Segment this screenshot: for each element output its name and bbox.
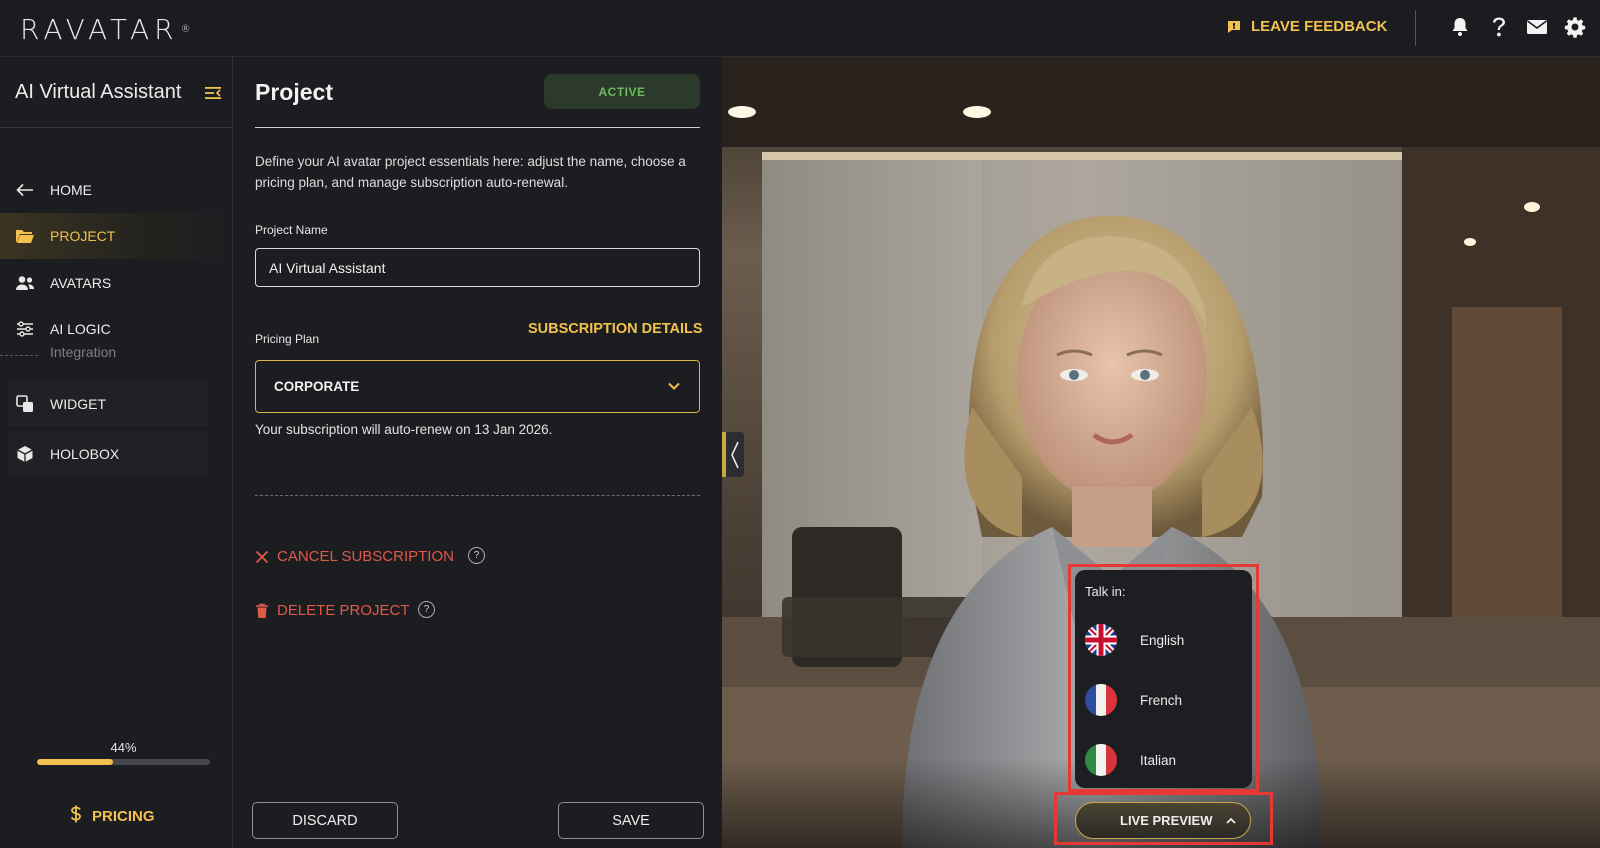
- sidebar-item-holobox[interactable]: HOLOBOX: [8, 431, 208, 477]
- arrow-left-icon: [15, 180, 35, 200]
- collapse-panel-handle[interactable]: [722, 432, 744, 477]
- logo-text: RAVATAR: [20, 12, 179, 46]
- cube-icon: [15, 444, 35, 464]
- project-description: Define your AI avatar project essentials…: [255, 154, 686, 190]
- sidebar-item-label: PROJECT: [50, 228, 116, 244]
- pricing-plan-value: CORPORATE: [274, 379, 360, 394]
- cancel-subscription-help-icon[interactable]: ?: [468, 547, 485, 564]
- leave-feedback-label: LEAVE FEEDBACK: [1251, 18, 1388, 35]
- integration-section-label: Integration: [50, 344, 117, 360]
- sidebar-item-avatars[interactable]: AVATARS: [0, 260, 232, 306]
- integration-dashed-line: [0, 355, 38, 356]
- sidebar-item-label: HOME: [50, 182, 92, 198]
- sidebar-item-label: WIDGET: [50, 396, 106, 412]
- cancel-subscription-label: CANCEL SUBSCRIPTION: [277, 548, 454, 565]
- project-name-label: Project Name: [255, 223, 328, 237]
- sidebar-divider: [0, 127, 232, 128]
- chevron-up-icon: [1225, 815, 1237, 830]
- pricing-plan-select[interactable]: CORPORATE: [255, 360, 700, 413]
- sidebar-item-project[interactable]: PROJECT: [0, 213, 232, 259]
- sidebar-item-widget[interactable]: WIDGET: [8, 381, 208, 427]
- cancel-subscription-button[interactable]: CANCEL SUBSCRIPTION: [255, 548, 454, 565]
- project-name-input[interactable]: [255, 248, 700, 287]
- delete-project-button[interactable]: DELETE PROJECT: [255, 602, 410, 619]
- discard-button[interactable]: DISCARD: [252, 802, 398, 839]
- save-button[interactable]: SAVE: [558, 802, 704, 839]
- live-preview-label: LIVE PREVIEW: [1120, 813, 1213, 828]
- auto-renew-text: Your subscription will auto-renew on 13 …: [255, 422, 553, 437]
- sidebar-item-home[interactable]: HOME: [0, 167, 232, 213]
- usage-progress-fill: [37, 759, 114, 765]
- subscription-details-link[interactable]: SUBSCRIPTION DETAILS: [528, 321, 703, 337]
- trash-icon: [256, 603, 268, 618]
- chevron-left-icon: [731, 441, 739, 468]
- topbar-divider: [1415, 10, 1416, 46]
- pricing-button[interactable]: PRICING: [70, 805, 155, 827]
- feedback-icon: [1228, 20, 1240, 33]
- messages-mail-icon[interactable]: [1524, 14, 1550, 40]
- usage-progress-track: [37, 759, 210, 765]
- usage-progress-label: 44%: [110, 740, 137, 755]
- widget-copy-icon: [15, 394, 35, 414]
- sidebar-project-title: AI Virtual Assistant: [15, 81, 182, 103]
- live-preview-button[interactable]: LIVE PREVIEW: [1075, 802, 1251, 839]
- pricing-label: PRICING: [92, 807, 155, 825]
- delete-project-label: DELETE PROJECT: [277, 602, 410, 619]
- usage-progress: 44%: [37, 740, 210, 765]
- leave-feedback-button[interactable]: LEAVE FEEDBACK: [1226, 18, 1387, 35]
- folder-open-icon: [15, 226, 35, 246]
- chevron-down-icon: [667, 379, 681, 396]
- dollar-icon: [70, 805, 82, 827]
- top-bar: RAVATAR ® LEAVE FEEDBACK: [0, 0, 1600, 57]
- close-x-icon: [255, 550, 269, 563]
- sidebar-item-label: AI LOGIC: [50, 321, 111, 337]
- delete-project-help-icon[interactable]: ?: [418, 601, 435, 618]
- language-popup-highlight-frame: [1068, 564, 1259, 792]
- page-title: Project: [255, 79, 333, 105]
- users-icon: [15, 273, 35, 293]
- title-divider: [255, 127, 700, 128]
- status-badge: ACTIVE: [544, 74, 700, 109]
- pricing-plan-label: Pricing Plan: [255, 332, 320, 346]
- sidebar: AI Virtual Assistant HOME PROJECT AVATAR…: [0, 57, 233, 848]
- collapse-sidebar-icon[interactable]: [203, 83, 223, 103]
- sidebar-item-label: HOLOBOX: [50, 446, 120, 462]
- sliders-icon: [15, 319, 35, 339]
- logo-registered-mark: ®: [180, 23, 191, 35]
- section-dashed-divider: [255, 495, 700, 496]
- help-icon[interactable]: [1486, 14, 1512, 40]
- sidebar-item-label: AVATARS: [50, 275, 112, 291]
- ravatar-logo[interactable]: RAVATAR ®: [20, 10, 191, 48]
- project-panel: Project ACTIVE Define your AI avatar pro…: [233, 57, 722, 848]
- settings-gear-icon[interactable]: [1562, 14, 1588, 40]
- notifications-bell-icon[interactable]: [1447, 14, 1473, 40]
